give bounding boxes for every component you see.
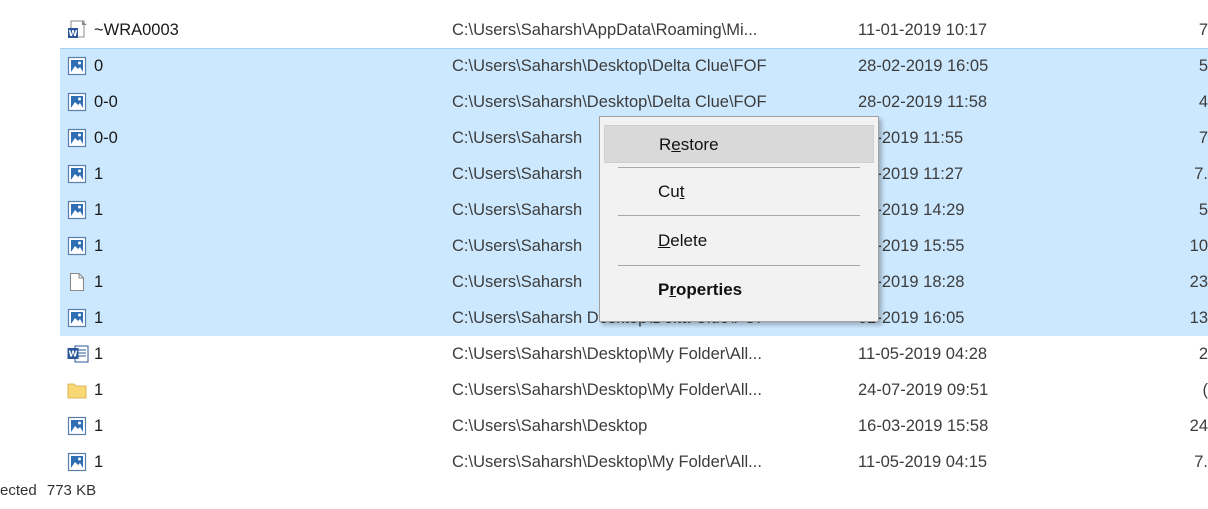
- file-row[interactable]: W ~WRA0003 C:\Users\Saharsh\AppData\Roamin…: [0, 12, 1208, 48]
- file-row[interactable]: 0 C:\Users\Saharsh\Desktop\Delta Clue\FOF…: [0, 48, 1208, 85]
- image-file-icon: [67, 236, 87, 256]
- file-location: C:\Users\Saharsh\AppData\Roaming\Mi...: [452, 21, 758, 39]
- folder-icon: [67, 380, 87, 400]
- file-name: 1: [94, 417, 104, 435]
- file-date: 11-05-2019 04:28: [858, 345, 988, 363]
- file-row[interactable]: 1 C:\Users\Saharsh\Desktop\My Folder\All.…: [0, 372, 1208, 408]
- image-file-icon: [67, 200, 87, 220]
- file-size: 7: [1198, 21, 1208, 39]
- file-date: 04-2019 11:27: [858, 165, 964, 183]
- menu-item-restore[interactable]: Restore: [604, 125, 874, 163]
- file-size: 7.: [1194, 165, 1208, 183]
- file-size: 7: [1198, 129, 1208, 147]
- status-bar: ected 773 KB: [0, 476, 102, 506]
- file-location: C:\Users\Saharsh\Desktop\My Folder\All..…: [452, 381, 762, 399]
- file-name: 1: [94, 309, 104, 327]
- file-name: 1: [94, 165, 104, 183]
- file-name: 1: [94, 237, 104, 255]
- file-date: 02-2019 11:55: [858, 129, 964, 147]
- file-date: 02-2019 14:29: [858, 201, 965, 219]
- menu-item-delete[interactable]: Delete: [604, 222, 874, 260]
- file-size: 5: [1198, 201, 1208, 219]
- file-date: 24-07-2019 09:51: [858, 381, 989, 399]
- file-date: 28-02-2019 11:58: [858, 93, 988, 111]
- file-size: 24: [1189, 417, 1208, 435]
- image-file-icon: [67, 92, 87, 112]
- image-file-icon: [67, 56, 87, 76]
- file-name: 1: [94, 453, 104, 471]
- image-file-icon: [67, 416, 87, 436]
- file-size: 23: [1189, 273, 1208, 291]
- svg-text:W: W: [69, 29, 78, 38]
- menu-item-label: Delete: [658, 231, 708, 250]
- word-temp-icon: W: [67, 20, 87, 40]
- image-file-icon: [67, 452, 87, 472]
- menu-separator: [618, 265, 860, 266]
- file-row[interactable]: 0-0 C:\Users\Saharsh\Desktop\Delta Clue\F…: [0, 84, 1208, 120]
- file-name: 1: [94, 381, 104, 399]
- file-location: C:\Users\Saharsh\Desktop\Delta Clue\FOF: [452, 57, 767, 75]
- file-name: 0-0: [94, 129, 118, 147]
- menu-separator: [618, 167, 860, 168]
- file-name: 0: [94, 57, 104, 75]
- blank-file-icon: [67, 272, 87, 292]
- image-file-icon: [67, 128, 87, 148]
- file-size: 13: [1189, 309, 1208, 327]
- file-row[interactable]: 1 C:\Users\Saharsh\Desktop 16-03-2019 15:5…: [0, 408, 1208, 444]
- selection-status-text: ected: [0, 482, 37, 499]
- file-row[interactable]: 1 C:\Users\Saharsh\Desktop\My Folder\All.…: [0, 444, 1208, 480]
- menu-item-cut[interactable]: Cut: [604, 173, 874, 211]
- image-file-icon: [67, 164, 87, 184]
- file-location: C:\Users\Saharsh\Desktop\Delta Clue\FOF: [452, 93, 767, 111]
- file-size: 2: [1198, 345, 1208, 363]
- file-date: 11-05-2019 04:15: [858, 453, 988, 471]
- file-name: ~WRA0003: [94, 21, 179, 39]
- menu-item-label: Properties: [658, 280, 743, 299]
- selection-size-text: 773 KB: [46, 482, 97, 499]
- file-name: 1: [94, 201, 104, 219]
- file-date: 28-02-2019 16:05: [858, 57, 989, 75]
- file-date: 04-2019 18:28: [858, 273, 965, 291]
- file-size: 10: [1189, 237, 1208, 255]
- context-menu: Restore Cut Delete Properties: [599, 116, 879, 322]
- file-size: (: [1202, 381, 1208, 399]
- menu-item-properties[interactable]: Properties: [604, 271, 874, 309]
- image-file-icon: [67, 308, 87, 328]
- file-location: C:\Users\Saharsh\Desktop\My Folder\All..…: [452, 345, 762, 363]
- word-doc-icon: W: [67, 344, 89, 364]
- menu-separator: [618, 215, 860, 216]
- file-date: 02-2019 16:05: [858, 309, 965, 327]
- menu-item-label: Cut: [658, 182, 685, 201]
- file-location: C:\Users\Saharsh\Desktop\My Folder\All..…: [452, 453, 762, 471]
- file-name: 1: [94, 345, 104, 363]
- file-name: 1: [94, 273, 104, 291]
- file-size: 7.: [1194, 453, 1208, 471]
- file-date: 16-03-2019 15:58: [858, 417, 989, 435]
- menu-item-label: Restore: [659, 135, 719, 154]
- svg-text:W: W: [69, 350, 78, 359]
- file-date: 11-01-2019 10:17: [858, 21, 988, 39]
- file-size: 4: [1198, 93, 1208, 111]
- file-name: 0-0: [94, 93, 118, 111]
- file-location: C:\Users\Saharsh\Desktop: [452, 417, 648, 435]
- file-size: 5: [1198, 57, 1208, 75]
- file-date: 07-2019 15:55: [858, 237, 965, 255]
- file-row[interactable]: W 1 C:\Users\Saharsh\Desktop\My Folder\All…: [0, 336, 1208, 372]
